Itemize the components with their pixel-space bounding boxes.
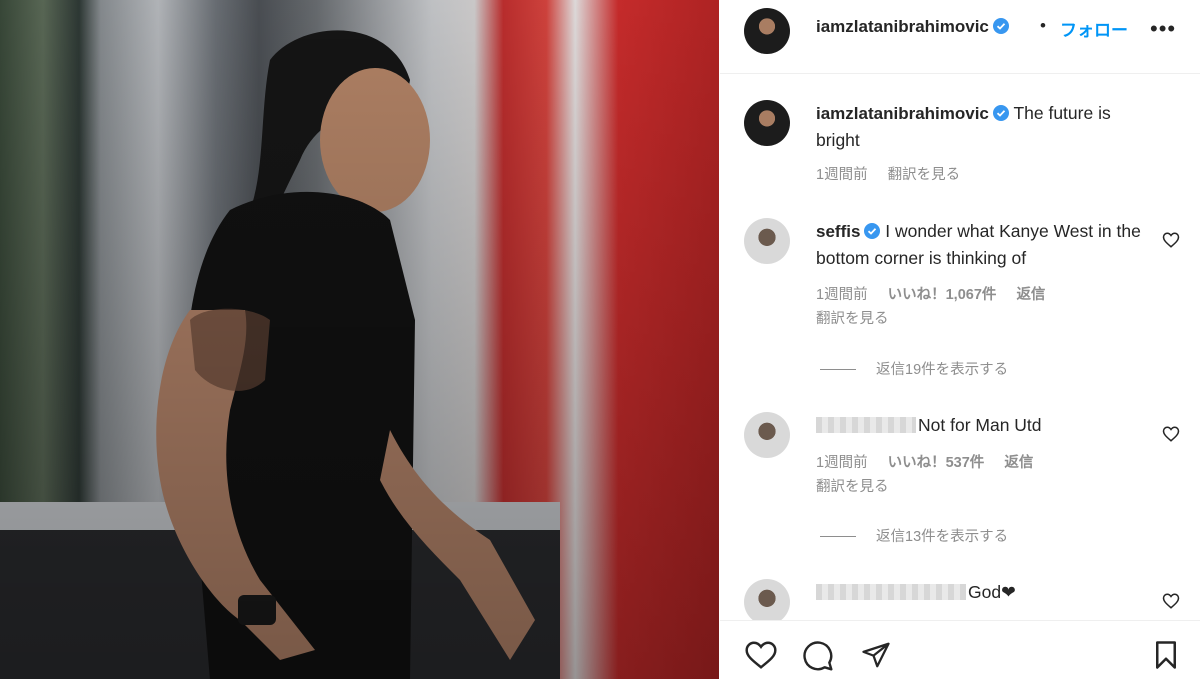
comment-text: Not for Man Utd	[918, 415, 1042, 435]
view-replies-button[interactable]: 返信13件を表示する	[820, 525, 1008, 546]
comment-time[interactable]: 1週間前	[816, 287, 868, 303]
comment-item: seffis I wonder what Kanye West in the b…	[816, 218, 1146, 271]
comment-avatar[interactable]	[744, 412, 790, 458]
comment-meta: 1週間前 いいね！1,067件 返信	[816, 283, 1061, 304]
comment-text: God❤	[968, 582, 1016, 602]
photo-shade	[0, 0, 719, 679]
replies-line	[820, 536, 856, 537]
post-side-panel: iamzlatanibrahimovic • フォロー ••• iamzlata…	[720, 0, 1200, 679]
comment-username[interactable]: seffis	[816, 222, 860, 241]
comment-likes[interactable]: いいね！1,067件	[888, 287, 997, 303]
caption-meta: 1週間前 翻訳を見る	[816, 163, 976, 184]
comment-reply-button[interactable]: 返信	[1004, 455, 1033, 471]
heart-icon[interactable]	[744, 640, 778, 670]
comment-reply-button[interactable]: 返信	[1016, 287, 1045, 303]
caption-avatar[interactable]	[744, 100, 790, 146]
comment-like-heart-icon[interactable]	[1162, 592, 1180, 610]
post-header: iamzlatanibrahimovic • フォロー •••	[720, 0, 1200, 74]
comment-translate-row: 翻訳を見る	[816, 307, 905, 328]
replies-line	[820, 369, 856, 370]
author-avatar[interactable]	[744, 8, 790, 54]
caption-time[interactable]: 1週間前	[816, 167, 868, 183]
caption-username[interactable]: iamzlatanibrahimovic	[816, 104, 989, 123]
caption: iamzlatanibrahimovic The future is brigh…	[816, 100, 1146, 153]
send-icon[interactable]	[860, 640, 892, 670]
comments-list[interactable]: iamzlatanibrahimovic The future is brigh…	[720, 74, 1200, 620]
blurred-username	[816, 417, 916, 433]
comment-avatar[interactable]	[744, 579, 790, 620]
post-action-bar	[720, 620, 1200, 680]
view-replies-label: 返信19件を表示する	[876, 362, 1009, 378]
header-separator-dot: •	[1040, 16, 1046, 35]
comment-like-heart-icon[interactable]	[1162, 425, 1180, 443]
comment-time[interactable]: 1週間前	[816, 455, 868, 471]
comment-avatar[interactable]	[744, 218, 790, 264]
post-photo[interactable]	[0, 0, 719, 679]
comment-meta: 1週間前 いいね！537件 返信	[816, 451, 1049, 472]
caption-translate-link[interactable]: 翻訳を見る	[888, 167, 961, 183]
view-replies-label: 返信13件を表示する	[876, 529, 1009, 545]
author-username[interactable]: iamzlatanibrahimovic	[816, 17, 989, 36]
comment-icon[interactable]	[802, 640, 834, 672]
comment-like-heart-icon[interactable]	[1162, 231, 1180, 249]
verified-badge-icon	[864, 223, 881, 239]
comment-likes[interactable]: いいね！537件	[888, 455, 985, 471]
comment-item: Not for Man Utd	[816, 412, 1146, 438]
more-options-button[interactable]: •••	[1150, 16, 1176, 42]
view-replies-button[interactable]: 返信19件を表示する	[820, 358, 1008, 379]
blurred-username	[816, 584, 966, 600]
comment-translate-row: 翻訳を見る	[816, 475, 905, 496]
bookmark-icon[interactable]	[1152, 640, 1180, 670]
follow-button[interactable]: フォロー	[1060, 16, 1128, 41]
verified-badge-icon	[992, 105, 1009, 121]
author-username-row: iamzlatanibrahimovic	[816, 17, 1009, 37]
comment-translate-link[interactable]: 翻訳を見る	[816, 311, 889, 327]
verified-badge-icon	[992, 18, 1009, 34]
comment-translate-link[interactable]: 翻訳を見る	[816, 479, 889, 495]
comment-item: God❤	[816, 579, 1146, 605]
